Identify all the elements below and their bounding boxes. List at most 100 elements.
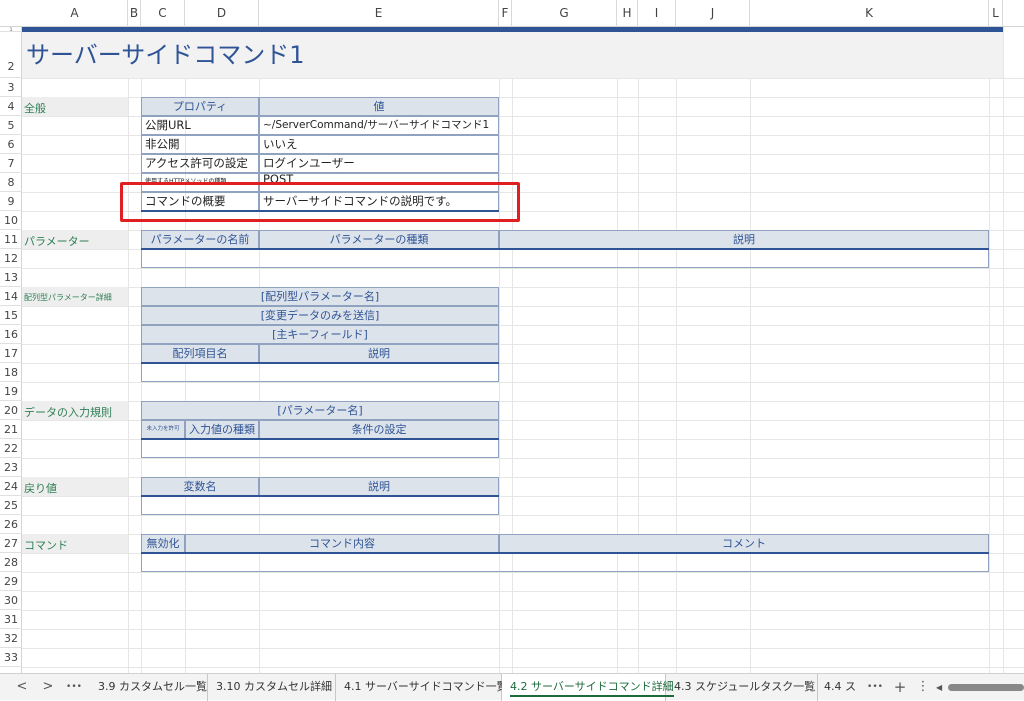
array-title-header: [配列型パラメーター名] (141, 287, 499, 306)
row-header-21[interactable]: 21 (0, 420, 22, 439)
column-header-i[interactable]: I (638, 0, 676, 27)
row-header-31[interactable]: 31 (0, 610, 22, 629)
row-header-7[interactable]: 7 (0, 154, 22, 173)
column-header-l[interactable]: L (989, 0, 1003, 27)
highlight-box (120, 182, 520, 222)
property-key-access[interactable]: アクセス許可の設定 (141, 154, 259, 173)
horizontal-scrollbar-thumb[interactable] (948, 684, 1024, 691)
array-send-changed-header: [変更データのみを送信] (141, 306, 499, 325)
array-empty-row[interactable] (141, 363, 499, 382)
property-value-private[interactable]: いいえ (259, 135, 499, 154)
row-header-19[interactable]: 19 (0, 382, 22, 401)
row-header-15[interactable]: 15 (0, 306, 22, 325)
row-header-4[interactable]: 4 (0, 97, 22, 116)
row-header-16[interactable]: 16 (0, 325, 22, 344)
tab-3-10[interactable]: 3.10 カスタムセル詳細 (208, 674, 336, 701)
param-type-header: パラメーターの種類 (259, 230, 499, 249)
return-empty-row[interactable] (141, 496, 499, 515)
property-header: プロパティ (141, 97, 259, 116)
row-header-18[interactable]: 18 (0, 363, 22, 382)
property-key-public-url[interactable]: 公開URL (141, 116, 259, 135)
row-header-6[interactable]: 6 (0, 135, 22, 154)
row-header-24[interactable]: 24 (0, 477, 22, 496)
column-header-h[interactable]: H (617, 0, 638, 27)
more-sheets-right-icon[interactable]: ••• (864, 674, 886, 701)
param-name-header: パラメーターの名前 (141, 230, 259, 249)
row-header-11[interactable]: 11 (0, 230, 22, 249)
row-header-13[interactable]: 13 (0, 268, 22, 287)
tab-4-2[interactable]: 4.2 サーバーサイドコマンド詳細 (502, 674, 674, 701)
row-header-26[interactable]: 26 (0, 515, 22, 534)
sheet-tabs-bar: < > ••• 3.9 カスタムセル一覧 3.10 カスタムセル詳細 4.1 サ… (0, 673, 1024, 701)
column-header-j[interactable]: J (676, 0, 750, 27)
return-desc-header: 説明 (259, 477, 499, 496)
command-empty-row[interactable] (141, 553, 989, 572)
section-commands: コマンド (24, 539, 68, 552)
row-header-22[interactable]: 22 (0, 439, 22, 458)
next-sheet-icon[interactable]: > (40, 674, 56, 701)
column-header-c[interactable]: C (141, 0, 185, 27)
row-header-bar: 1 2 3 4 5 6 7 8 9 10 11 12 13 14 15 16 1… (0, 27, 22, 673)
row-header-25[interactable]: 25 (0, 496, 22, 515)
sheet-grid[interactable]: サーバーサイドコマンド1 全般 パラメーター 配列型パラメーター詳細 データの入… (22, 27, 1024, 673)
param-empty-row[interactable] (141, 249, 989, 268)
tab-4-3[interactable]: 4.3 スケジュールタスク一覧 (666, 674, 818, 701)
row-header-10[interactable]: 10 (0, 211, 22, 230)
property-value-public-url[interactable]: ~/ServerCommand/サーバーサイドコマンド1 (259, 116, 499, 135)
array-desc-header: 説明 (259, 344, 499, 363)
row-header-27[interactable]: 27 (0, 534, 22, 553)
command-disable-header: 無効化 (141, 534, 185, 553)
rule-empty-row[interactable] (141, 439, 499, 458)
row-header-28[interactable]: 28 (0, 553, 22, 572)
tab-3-9[interactable]: 3.9 カスタムセル一覧 (90, 674, 208, 701)
row-header-20[interactable]: 20 (0, 401, 22, 420)
property-key-private[interactable]: 非公開 (141, 135, 259, 154)
column-header-e[interactable]: E (259, 0, 499, 27)
column-header-k[interactable]: K (750, 0, 989, 27)
scroll-left-icon[interactable]: ◀ (936, 684, 942, 692)
column-header-b[interactable]: B (128, 0, 141, 27)
more-sheets-left-icon[interactable]: ••• (62, 674, 86, 701)
rule-no-input-header: 未入力を許可 (141, 420, 185, 439)
property-value-access[interactable]: ログインユーザー (259, 154, 499, 173)
command-comment-header: コメント (499, 534, 989, 553)
row-header-8[interactable]: 8 (0, 173, 22, 192)
tab-4-2-label: 4.2 サーバーサイドコマンド詳細 (510, 680, 674, 697)
row-header-30[interactable]: 30 (0, 591, 22, 610)
rule-condition-header: 条件の設定 (259, 420, 499, 439)
row-header-3[interactable]: 3 (0, 78, 22, 97)
row-header-9[interactable]: 9 (0, 192, 22, 211)
row-header-23[interactable]: 23 (0, 458, 22, 477)
command-content-header: コマンド内容 (185, 534, 499, 553)
row-header-12[interactable]: 12 (0, 249, 22, 268)
tab-4-1[interactable]: 4.1 サーバーサイドコマンド一覧 (336, 674, 508, 701)
row-header-33[interactable]: 33 (0, 648, 22, 667)
section-general: 全般 (24, 102, 46, 115)
row-header-2[interactable]: 2 (0, 32, 22, 78)
column-header-bar: A B C D E F G H I J K L (0, 0, 1024, 27)
value-header: 値 (259, 97, 499, 116)
tab-4-4[interactable]: 4.4 ス (818, 674, 864, 701)
param-desc-header: 説明 (499, 230, 989, 249)
section-array-params: 配列型パラメーター詳細 (24, 293, 112, 302)
row-header-17[interactable]: 17 (0, 344, 22, 363)
return-var-name-header: 変数名 (141, 477, 259, 496)
rule-title-header: [パラメーター名] (141, 401, 499, 420)
row-header-5[interactable]: 5 (0, 116, 22, 135)
column-header-a[interactable]: A (22, 0, 128, 27)
row-header-32[interactable]: 32 (0, 629, 22, 648)
array-primary-key-header: [主キーフィールド] (141, 325, 499, 344)
column-header-f[interactable]: F (499, 0, 512, 27)
section-input-rules: データの入力規則 (24, 406, 112, 419)
rule-value-type-header: 入力値の種類 (185, 420, 259, 439)
sheet-menu-icon[interactable]: ⋮ (916, 674, 930, 701)
prev-sheet-icon[interactable]: < (14, 674, 30, 701)
page-title: サーバーサイドコマンド1 (26, 41, 305, 69)
column-header-d[interactable]: D (185, 0, 259, 27)
column-header-g[interactable]: G (512, 0, 617, 27)
row-header-14[interactable]: 14 (0, 287, 22, 306)
add-sheet-icon[interactable]: + (890, 674, 910, 701)
array-item-name-header: 配列項目名 (141, 344, 259, 363)
section-parameters: パラメーター (24, 235, 90, 248)
row-header-29[interactable]: 29 (0, 572, 22, 591)
